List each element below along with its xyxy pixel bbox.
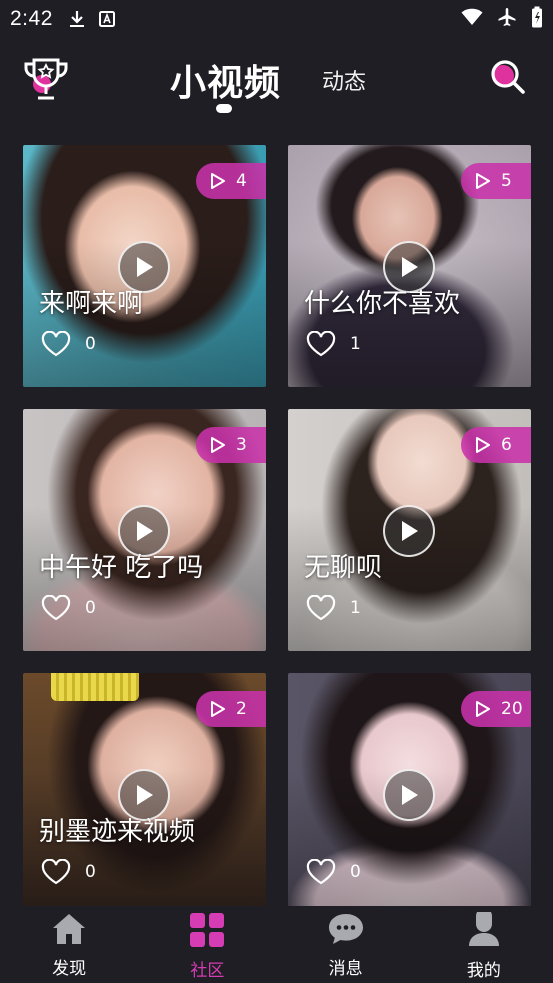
heart-icon <box>41 859 71 885</box>
home-icon <box>53 914 86 944</box>
video-card[interactable]: 2 别墨迹来视频 0 <box>23 673 266 915</box>
play-count-badge: 5 <box>461 163 531 199</box>
like-button[interactable]: 0 <box>41 595 96 621</box>
heart-icon <box>306 595 336 621</box>
nav-label: 我的 <box>466 961 501 981</box>
like-button[interactable]: 1 <box>306 331 361 357</box>
play-outline-icon <box>211 173 225 189</box>
like-count: 0 <box>85 862 96 882</box>
play-outline-icon <box>476 701 490 717</box>
nav-item-community[interactable]: 社区 <box>138 906 276 983</box>
nav-label: 发现 <box>52 959 87 979</box>
play-count-badge: 4 <box>196 163 266 199</box>
play-icon <box>402 785 418 805</box>
like-count: 0 <box>85 334 96 354</box>
play-count: 20 <box>501 699 523 719</box>
play-count: 4 <box>236 171 247 191</box>
play-button[interactable] <box>383 505 435 557</box>
like-count: 1 <box>350 598 361 618</box>
like-button[interactable]: 0 <box>41 859 96 885</box>
play-icon <box>402 521 418 541</box>
play-count: 2 <box>236 699 247 719</box>
chat-icon <box>328 914 363 944</box>
video-card[interactable]: 3 中午好 吃了吗 0 <box>23 409 266 651</box>
play-count: 5 <box>501 171 512 191</box>
bottom-nav: 发现 社区 消息 我的 <box>0 906 553 983</box>
play-outline-icon <box>211 701 225 717</box>
play-outline-icon <box>211 437 225 453</box>
like-button[interactable]: 0 <box>41 331 96 357</box>
heart-icon <box>41 331 71 357</box>
video-caption: 别墨迹来视频 <box>39 817 196 847</box>
nav-item-discover[interactable]: 发现 <box>0 906 138 983</box>
heart-icon <box>41 595 71 621</box>
headband-decoration <box>51 673 139 701</box>
play-icon <box>137 785 153 805</box>
play-count-badge: 3 <box>196 427 266 463</box>
play-icon <box>137 257 153 277</box>
video-card[interactable]: 6 无聊呗 1 <box>288 409 531 651</box>
play-icon <box>402 257 418 277</box>
video-caption: 无聊呗 <box>304 553 383 583</box>
video-card[interactable]: 20 0 <box>288 673 531 915</box>
heart-icon <box>306 859 336 885</box>
play-icon <box>137 521 153 541</box>
play-count-badge: 6 <box>461 427 531 463</box>
play-outline-icon <box>476 173 490 189</box>
like-count: 1 <box>350 334 361 354</box>
play-button[interactable] <box>383 769 435 821</box>
nav-label: 社区 <box>190 961 225 981</box>
nav-item-messages[interactable]: 消息 <box>277 906 415 983</box>
play-count: 6 <box>501 435 512 455</box>
video-caption: 什么你不喜欢 <box>304 289 461 319</box>
play-count-badge: 2 <box>196 691 266 727</box>
like-button[interactable]: 1 <box>306 595 361 621</box>
video-card[interactable]: 5 什么你不喜欢 1 <box>288 145 531 387</box>
nav-item-profile[interactable]: 我的 <box>415 906 553 983</box>
play-outline-icon <box>476 437 490 453</box>
video-caption: 来啊来啊 <box>39 289 144 319</box>
play-count: 3 <box>236 435 247 455</box>
like-button[interactable]: 0 <box>306 859 361 885</box>
heart-icon <box>306 331 336 357</box>
video-card[interactable]: 4 来啊来啊 0 <box>23 145 266 387</box>
video-grid: 4 来啊来啊 0 5 什么你不喜欢 1 3 中午好 吃了吗 0 6 无聊呗 1 … <box>0 0 553 983</box>
play-count-badge: 20 <box>461 691 531 727</box>
video-caption: 中午好 吃了吗 <box>39 553 204 583</box>
like-count: 0 <box>85 598 96 618</box>
person-icon <box>468 912 499 946</box>
nav-label: 消息 <box>328 959 363 979</box>
like-count: 0 <box>350 862 361 882</box>
grid-icon <box>190 913 225 947</box>
